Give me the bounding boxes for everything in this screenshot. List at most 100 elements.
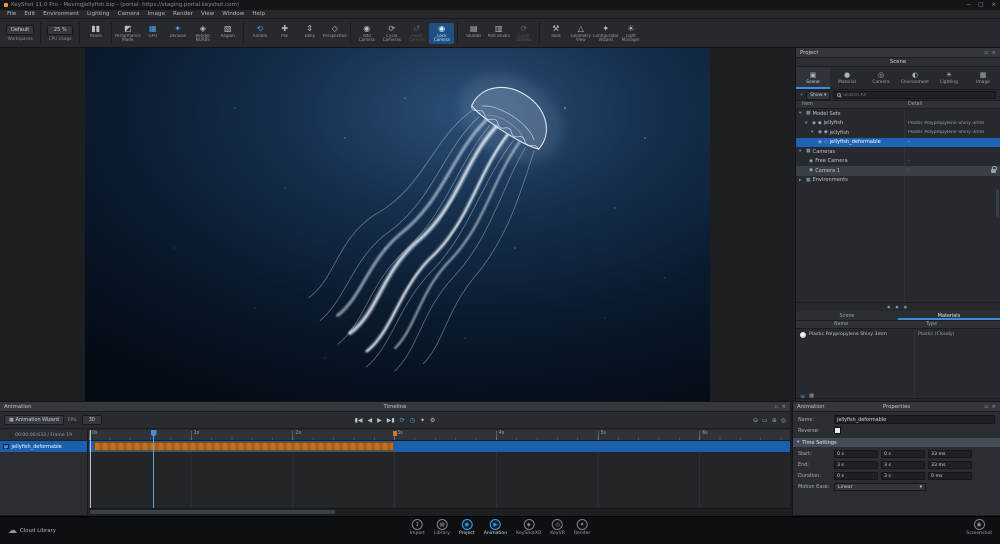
end-field-3[interactable]: 33 ms bbox=[928, 461, 972, 469]
visibility-eye-icon[interactable]: ◉ bbox=[818, 140, 822, 145]
lock-icon[interactable] bbox=[991, 166, 997, 173]
timeline-horizontal-scrollbar[interactable] bbox=[89, 508, 790, 515]
timeline-ruler[interactable]: 0s 1s 2s 3s 4s 5s 6s bbox=[89, 430, 790, 441]
start-field-3[interactable]: 33 ms bbox=[928, 450, 972, 458]
tree-row-jellyfish-deformable[interactable]: ◉ ◇ jellyfish_deformable - bbox=[796, 137, 1000, 147]
track-row-jellyfish-deformable[interactable]: ✓ jellyfish_deformable bbox=[0, 441, 87, 452]
subtab-scene[interactable]: Scene bbox=[796, 311, 898, 320]
cpu-value[interactable]: 25 % bbox=[47, 25, 74, 35]
motion-ease-dropdown[interactable]: Linear ▾ bbox=[834, 483, 926, 491]
track-enabled-checkbox[interactable]: ✓ bbox=[3, 443, 9, 450]
lock-camera-button[interactable]: ◉ Lock Camera bbox=[429, 22, 455, 44]
scene-search[interactable] bbox=[833, 91, 996, 99]
play-button[interactable]: ▶ bbox=[377, 417, 382, 424]
menu-image[interactable]: Image bbox=[144, 11, 170, 17]
menu-edit[interactable]: Edit bbox=[20, 11, 39, 17]
end-field-2[interactable]: 3 s bbox=[881, 461, 925, 469]
tools-dropdown[interactable]: ⚒ Tools bbox=[543, 23, 568, 44]
pause-button[interactable]: ▮▮ Pause bbox=[83, 23, 108, 44]
stopwatch-button[interactable]: ◷ bbox=[410, 417, 415, 424]
time-settings-section[interactable]: ▾ Time Settings bbox=[793, 438, 1000, 447]
step-back-button[interactable]: ◀ bbox=[368, 417, 373, 424]
cloud-library-button[interactable]: ☁ Cloud Library bbox=[8, 517, 56, 544]
tree-row-camera-1[interactable]: ◉ Camera 1 - bbox=[796, 166, 1000, 176]
screenshot-button[interactable]: ◉ Screenshot bbox=[966, 519, 992, 536]
render-nurbs-button[interactable]: ◈ Render NURBS bbox=[190, 23, 215, 44]
tab-camera[interactable]: ◎ Camera bbox=[864, 67, 898, 89]
start-field-1[interactable]: 0 s bbox=[834, 450, 878, 458]
animation-end-marker[interactable] bbox=[393, 431, 397, 436]
keyvr-button[interactable]: ◎ KeyVR bbox=[550, 519, 565, 536]
geometry-view-button[interactable]: △ Geometry View bbox=[568, 23, 593, 44]
cycle-studios-button[interactable]: ⟳ Cycle Studios bbox=[511, 23, 536, 44]
skip-start-button[interactable]: ▮◀ bbox=[355, 417, 363, 424]
gpu-button[interactable]: ▦ GPU bbox=[140, 23, 165, 44]
menu-environment[interactable]: Environment bbox=[39, 11, 83, 17]
material-row[interactable]: Plastic Polypropylene Shiny 3mm Plastic … bbox=[796, 329, 1000, 340]
start-field-2[interactable]: 0 s bbox=[881, 450, 925, 458]
tumble-button[interactable]: ⟲ Tumble bbox=[247, 23, 272, 44]
duration-field-3[interactable]: 0 ms bbox=[928, 472, 972, 480]
tree-row-cameras[interactable]: ▾ ▦ Cameras bbox=[796, 147, 1000, 157]
region-button[interactable]: ▧ Region bbox=[215, 23, 240, 44]
pan-button[interactable]: ✚ Pan bbox=[272, 23, 297, 44]
duration-field-2[interactable]: 3 s bbox=[881, 472, 925, 480]
subtab-materials[interactable]: Materials bbox=[898, 311, 1000, 320]
zoom-out-icon[interactable]: ⊖ bbox=[753, 417, 758, 424]
tree-row-jellyfish[interactable]: ▾ ◉ ◆ jellyfish Plastic Polypropylene Sh… bbox=[796, 119, 1000, 129]
tree-row-environments[interactable]: ▸ ▦ Environments bbox=[796, 176, 1000, 186]
zoom-bar-icon[interactable]: ▭ bbox=[762, 417, 768, 424]
scrollbar-thumb[interactable] bbox=[90, 510, 335, 514]
keyframe-wizard-button[interactable]: ✦ bbox=[420, 417, 425, 424]
performance-mode-button[interactable]: ◩ Performance Mode bbox=[115, 23, 141, 44]
playhead[interactable] bbox=[150, 430, 157, 508]
tree-row-free-camera[interactable]: ◉ Free Camera - bbox=[796, 157, 1000, 167]
tab-scene[interactable]: ▣ Scene bbox=[796, 67, 830, 89]
render-button[interactable]: ✦ Render bbox=[574, 519, 590, 536]
tree-row-jellyfish-child[interactable]: ▾ ◉ ◆ jellyfish Plastic Polypropylene Sh… bbox=[796, 128, 1000, 138]
tree-row-model-sets[interactable]: ▾ ▦ Model Sets bbox=[796, 109, 1000, 119]
animation-wizard-button[interactable]: ▦ Animation Wizard bbox=[4, 415, 64, 425]
menu-view[interactable]: View bbox=[197, 11, 218, 17]
visibility-eye-icon[interactable]: ◉ bbox=[812, 121, 816, 126]
menu-lighting[interactable]: Lighting bbox=[83, 11, 114, 17]
grid-view-icon[interactable]: ▦ bbox=[809, 393, 814, 399]
tab-environment[interactable]: ◐ Environment bbox=[898, 67, 932, 89]
project-button[interactable]: ◉ Project bbox=[459, 519, 475, 536]
studios-button[interactable]: ▤ Studios bbox=[461, 23, 486, 44]
denoise-button[interactable]: ✦ Denoise bbox=[165, 23, 190, 44]
undock-icon[interactable]: ▫ bbox=[984, 404, 987, 410]
reverse-checkbox[interactable] bbox=[834, 427, 841, 434]
tab-material[interactable]: ● Material bbox=[830, 67, 864, 89]
keyshotxr-button[interactable]: ◈ KeyShotXR bbox=[516, 519, 541, 536]
close-button[interactable]: × bbox=[991, 2, 996, 8]
close-icon[interactable]: × bbox=[782, 404, 786, 410]
cpu-usage-dropdown[interactable]: 25 % CPU Usage bbox=[47, 25, 74, 41]
track-lane[interactable] bbox=[89, 441, 790, 452]
expander-icon[interactable]: ▾ bbox=[799, 111, 804, 116]
menu-camera[interactable]: Camera bbox=[114, 11, 144, 17]
cycle-cameras-button[interactable]: ⟳ Cycle Cameras bbox=[379, 23, 404, 44]
zoom-fit-icon[interactable]: ◎ bbox=[781, 417, 786, 424]
reset-camera-button[interactable]: ↺ Reset Camera bbox=[404, 23, 429, 44]
fps-dropdown[interactable]: 30 bbox=[81, 415, 102, 425]
minimize-button[interactable]: ─ bbox=[967, 2, 970, 8]
zoom-in-icon[interactable]: ⊕ bbox=[772, 417, 777, 424]
menu-help[interactable]: Help bbox=[248, 11, 269, 17]
configurator-wizard-button[interactable]: ✦ Configurator Wizard bbox=[593, 23, 619, 44]
expand-all-icon[interactable]: » bbox=[800, 92, 803, 98]
library-button[interactable]: ▤ Library bbox=[434, 519, 450, 536]
undock-icon[interactable]: ▫ bbox=[774, 404, 777, 410]
expander-icon[interactable]: ▾ bbox=[805, 121, 810, 126]
menu-file[interactable]: File bbox=[3, 11, 20, 17]
menu-render[interactable]: Render bbox=[169, 11, 197, 17]
workspace-value[interactable]: Default bbox=[6, 25, 35, 35]
loop-button[interactable]: ⟳ bbox=[400, 417, 405, 424]
tab-lighting[interactable]: ☀ Lighting bbox=[932, 67, 966, 89]
close-icon[interactable]: × bbox=[992, 50, 996, 56]
add-studio-button[interactable]: ▥ Add Studio bbox=[486, 23, 511, 44]
section-collapse-icon[interactable]: ▾ bbox=[797, 440, 799, 445]
search-input[interactable] bbox=[843, 92, 992, 98]
visibility-eye-icon[interactable]: ◉ bbox=[818, 130, 822, 135]
duration-field-1[interactable]: 0 s bbox=[834, 472, 878, 480]
